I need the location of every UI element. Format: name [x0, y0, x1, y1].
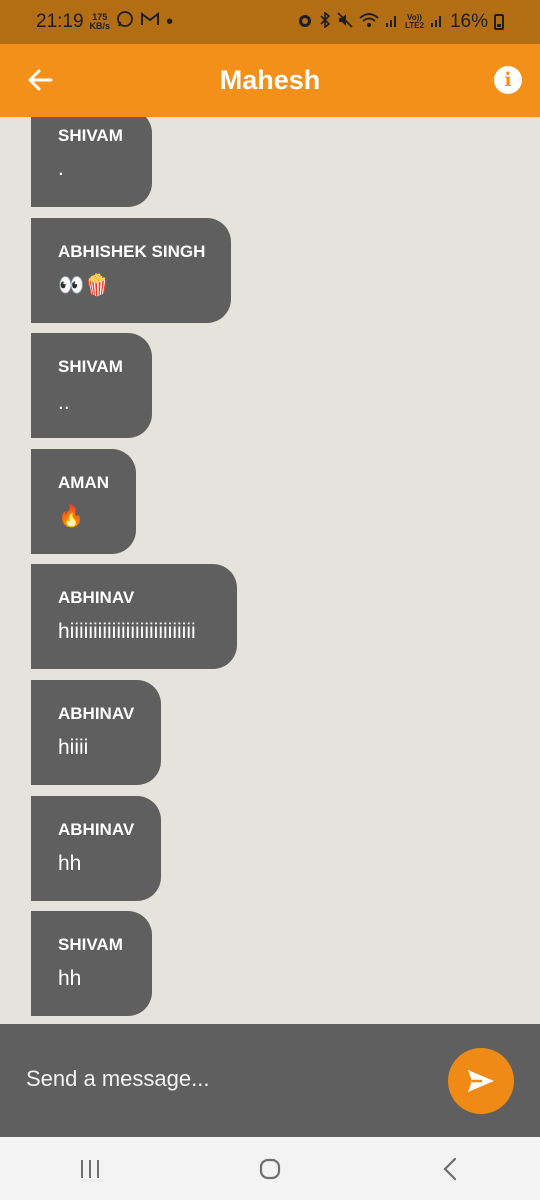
- message-text: .: [58, 157, 64, 180]
- message-text: 👀🍿: [58, 274, 111, 297]
- chevron-left-icon: [443, 1157, 457, 1180]
- message-text: hh: [58, 852, 82, 875]
- message-sender: ABHINAV: [58, 820, 135, 839]
- info-icon: i: [504, 69, 512, 91]
- back-button[interactable]: [22, 62, 58, 98]
- message-text: ..: [58, 391, 70, 414]
- signal-icon-2: [430, 12, 444, 32]
- message-sender: ABHINAV: [58, 704, 135, 723]
- arrow-left-icon: [28, 69, 53, 91]
- message-bubble: SHIVAM hh: [31, 911, 152, 1016]
- notification-dot: •: [166, 11, 174, 33]
- recents-button[interactable]: [60, 1144, 120, 1194]
- message-bubble: SHIVAM ..: [31, 333, 152, 438]
- message-bubble: ABHINAV hh: [31, 796, 161, 901]
- network-speed: 175 KB/s: [90, 13, 111, 31]
- info-button[interactable]: i: [494, 66, 522, 94]
- message-composer: [0, 1024, 540, 1137]
- volte-bottom: LTE2: [405, 21, 424, 30]
- message-sender: ABHINAV: [58, 588, 135, 607]
- alarm-icon: [297, 12, 313, 32]
- message-text: hiiii: [58, 736, 89, 759]
- message-input[interactable]: [26, 1062, 426, 1096]
- message-sender: AMAN: [58, 473, 109, 492]
- mute-icon: [337, 12, 353, 32]
- volte-indicator: Vo)) LTE2: [405, 14, 424, 30]
- send-button[interactable]: [448, 1048, 514, 1114]
- send-icon: [468, 1070, 494, 1092]
- status-time: 21:19: [36, 11, 84, 32]
- message-sender: SHIVAM: [58, 357, 123, 376]
- status-bar: 21:19 175 KB/s • Vo)) LTE2 16%: [0, 0, 540, 44]
- message-bubble: ABHISHEK SINGH 👀🍿: [31, 218, 231, 323]
- message-text: hiiiiiiiiiiiiiiiiiiiiiiiiiii: [58, 620, 196, 643]
- message-text: hh: [58, 967, 82, 990]
- message-text: 🔥: [58, 505, 85, 528]
- wifi-icon: [359, 12, 379, 32]
- status-right: Vo)) LTE2 16%: [297, 11, 504, 33]
- message-bubble: ABHINAV hiiii: [31, 680, 161, 785]
- bluetooth-icon: [319, 11, 331, 32]
- battery-percent: 16%: [449, 11, 488, 32]
- message-sender: SHIVAM: [58, 126, 123, 145]
- network-speed-unit: KB/s: [89, 21, 111, 31]
- message-sender: SHIVAM: [58, 935, 123, 954]
- battery-icon: [494, 14, 504, 30]
- status-left: 21:19 175 KB/s •: [36, 10, 173, 34]
- signal-icon: [385, 12, 399, 32]
- message-bubble: AMAN 🔥: [31, 449, 136, 554]
- system-nav-bar: [0, 1137, 540, 1200]
- app-bar: Mahesh i: [0, 44, 540, 117]
- home-icon: [259, 1158, 281, 1179]
- message-sender: ABHISHEK SINGH: [58, 242, 206, 261]
- home-button[interactable]: [240, 1144, 300, 1194]
- message-bubble: ABHINAV hiiiiiiiiiiiiiiiiiiiiiiiiiii: [31, 564, 237, 669]
- nav-back-button[interactable]: [420, 1144, 480, 1194]
- recents-icon: [81, 1159, 99, 1178]
- whatsapp-icon: [116, 10, 134, 34]
- message-bubble: SHIVAM .: [31, 117, 152, 207]
- gmail-icon: [140, 11, 160, 33]
- chat-title: Mahesh: [219, 65, 321, 95]
- message-list[interactable]: SHIVAM . ABHISHEK SINGH 👀🍿 SHIVAM .. AMA…: [0, 117, 540, 1024]
